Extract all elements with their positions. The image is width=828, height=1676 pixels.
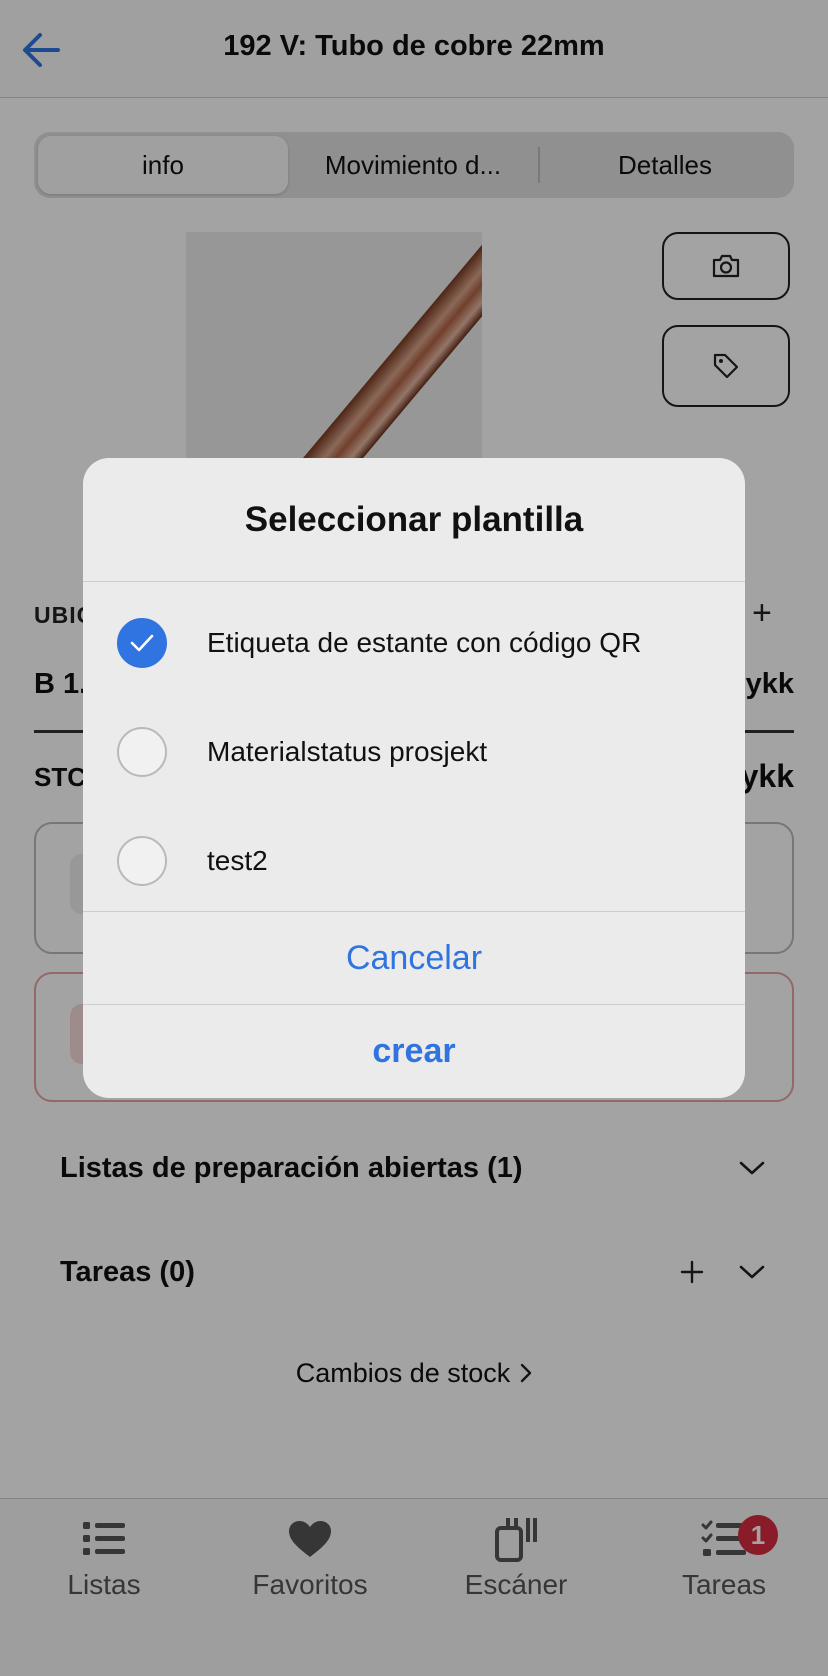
radio-checked-icon[interactable]	[117, 617, 167, 668]
app-screen: 192 V: Tubo de cobre 22mm info Movimient…	[0, 0, 828, 1676]
template-options: Etiqueta de estante con código QR Materi…	[83, 582, 745, 912]
template-option-test2[interactable]: test2	[83, 806, 745, 915]
template-option-label: Etiqueta de estante con código QR	[207, 626, 642, 658]
dialog-title: Seleccionar plantilla	[83, 458, 745, 582]
template-option-qr[interactable]: Etiqueta de estante con código QR	[83, 588, 745, 697]
radio-unchecked-icon[interactable]	[117, 835, 167, 886]
template-option-materialstatus[interactable]: Materialstatus prosjekt	[83, 697, 745, 806]
template-option-label: test2	[207, 844, 268, 876]
cancel-button[interactable]: Cancelar	[83, 912, 745, 1005]
radio-unchecked-icon[interactable]	[117, 726, 167, 777]
template-option-label: Materialstatus prosjekt	[207, 735, 488, 767]
select-template-dialog: Seleccionar plantilla Etiqueta de estant…	[83, 458, 745, 1098]
create-button[interactable]: crear	[83, 1005, 745, 1098]
